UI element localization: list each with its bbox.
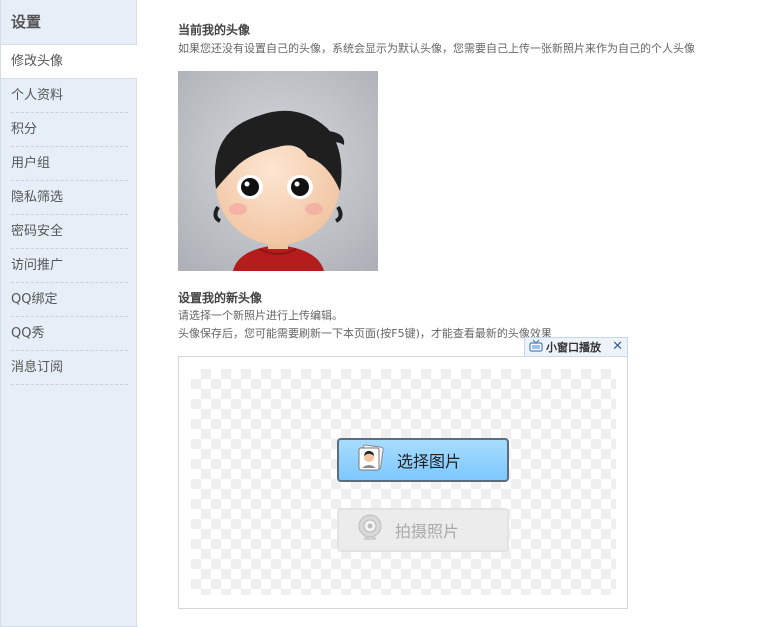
mini-window-play-link[interactable]: 小窗口播放 <box>546 339 601 355</box>
select-image-button[interactable]: 选择图片 <box>337 438 509 482</box>
sidebar-item-qq-show[interactable]: QQ秀 <box>11 317 128 351</box>
sidebar-item-profile[interactable]: 个人资料 <box>11 79 128 113</box>
new-avatar-refresh-note: 头像保存后，您可能需要刷新一下本页面(按F5键)，才能查看最新的头像效果 <box>178 327 552 340</box>
current-avatar-title: 当前我的头像 <box>178 23 251 37</box>
settings-sidebar: 设置 修改头像 个人资料 积分 用户组 隐私筛选 密码安全 访问推广 QQ绑定 … <box>0 0 138 627</box>
sidebar-item-message-subscription[interactable]: 消息订阅 <box>11 351 128 385</box>
take-photo-label: 拍摄照片 <box>395 522 460 541</box>
current-avatar-description: 如果您还没有设置自己的头像，系统会显示为默认头像，您需要自己上传一张新照片来作为… <box>178 42 695 55</box>
avatar-upload-panel: 选择图片 拍摄照片 <box>178 356 628 609</box>
new-avatar-title: 设置我的新头像 <box>178 291 263 305</box>
current-avatar-image <box>178 71 378 271</box>
sidebar-item-user-group[interactable]: 用户组 <box>11 147 128 181</box>
sidebar-item-change-avatar[interactable]: 修改头像 <box>1 45 137 79</box>
mini-window-bar: 小窗口播放 ✕ <box>524 337 628 356</box>
sidebar-item-privacy[interactable]: 隐私筛选 <box>11 181 128 215</box>
photo-icon <box>357 444 385 476</box>
webcam-icon <box>357 514 383 546</box>
upload-canvas: 选择图片 拍摄照片 <box>191 369 616 595</box>
sidebar-title: 设置 <box>1 0 136 45</box>
sidebar-item-points[interactable]: 积分 <box>11 113 128 147</box>
close-icon[interactable]: ✕ <box>612 339 623 354</box>
sidebar-item-password-security[interactable]: 密码安全 <box>11 215 128 249</box>
tv-icon <box>529 339 543 355</box>
new-avatar-instruction: 请选择一个新照片进行上传编辑。 <box>178 309 343 322</box>
sidebar-item-visit-promotion[interactable]: 访问推广 <box>11 249 128 283</box>
sidebar-item-qq-binding[interactable]: QQ绑定 <box>11 283 128 317</box>
take-photo-button[interactable]: 拍摄照片 <box>337 508 509 552</box>
select-image-label: 选择图片 <box>397 452 462 471</box>
